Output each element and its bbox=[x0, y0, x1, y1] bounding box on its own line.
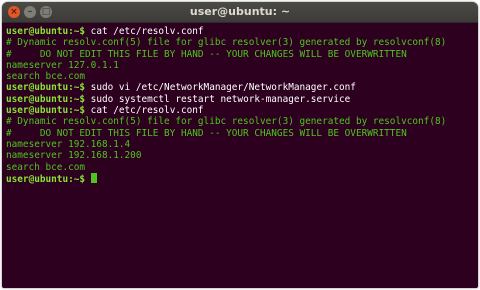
prompt: user@ubuntu:~$ bbox=[6, 105, 86, 117]
output-text: nameserver 127.0.1.1 bbox=[6, 59, 119, 71]
command-text: sudo vi /etc/NetworkManager/NetworkManag… bbox=[85, 82, 356, 94]
output-line: nameserver 127.0.1.1 bbox=[6, 60, 474, 71]
command-line: user@ubuntu:~$ cat /etc/resolv.conf bbox=[6, 26, 474, 37]
output-text: # DO NOT EDIT THIS FILE BY HAND -- YOUR … bbox=[6, 127, 407, 139]
terminal-window: × – □ user@ubuntu: ~ user@ubuntu:~$ cat … bbox=[2, 2, 478, 288]
command-line: user@ubuntu:~$ sudo vi /etc/NetworkManag… bbox=[6, 82, 474, 93]
command-line: user@ubuntu:~$ bbox=[6, 172, 474, 185]
output-line: # Dynamic resolv.conf(5) file for glibc … bbox=[6, 37, 474, 48]
cursor bbox=[90, 172, 97, 183]
prompt: user@ubuntu:~$ bbox=[6, 173, 86, 185]
output-text: # Dynamic resolv.conf(5) file for glibc … bbox=[6, 116, 447, 128]
terminal-output[interactable]: user@ubuntu:~$ cat /etc/resolv.conf # Dyn… bbox=[2, 23, 478, 187]
command-text: sudo systemctl restart network-manager.s… bbox=[85, 93, 351, 105]
output-text: # DO NOT EDIT THIS FILE BY HAND -- YOUR … bbox=[6, 48, 407, 60]
output-text: nameserver 192.168.1.4 bbox=[6, 138, 131, 150]
command-line: user@ubuntu:~$ cat /etc/resolv.conf bbox=[6, 105, 474, 116]
output-line: # Dynamic resolv.conf(5) file for glibc … bbox=[6, 116, 474, 127]
output-line: nameserver 192.168.1.4 bbox=[6, 139, 474, 150]
output-line: search bce.com bbox=[6, 162, 474, 173]
command-text: cat /etc/resolv.conf bbox=[85, 105, 204, 117]
output-text: nameserver 192.168.1.200 bbox=[6, 150, 142, 162]
output-text: # Dynamic resolv.conf(5) file for glibc … bbox=[6, 37, 447, 49]
output-line: nameserver 192.168.1.200 bbox=[6, 150, 474, 161]
title-bar[interactable]: × – □ user@ubuntu: ~ bbox=[2, 2, 478, 23]
output-line: # DO NOT EDIT THIS FILE BY HAND -- YOUR … bbox=[6, 49, 474, 60]
output-line: search bce.com bbox=[6, 71, 474, 82]
output-text: search bce.com bbox=[6, 71, 86, 83]
command-line: user@ubuntu:~$ sudo systemctl restart ne… bbox=[6, 94, 474, 105]
prompt: user@ubuntu:~$ bbox=[6, 93, 86, 105]
prompt: user@ubuntu:~$ bbox=[6, 26, 86, 37]
command-text: cat /etc/resolv.conf bbox=[85, 26, 204, 37]
prompt: user@ubuntu:~$ bbox=[6, 82, 86, 94]
window-title: user@ubuntu: ~ bbox=[189, 5, 291, 18]
output-line: # DO NOT EDIT THIS FILE BY HAND -- YOUR … bbox=[6, 128, 474, 139]
output-text: search bce.com bbox=[6, 161, 86, 173]
